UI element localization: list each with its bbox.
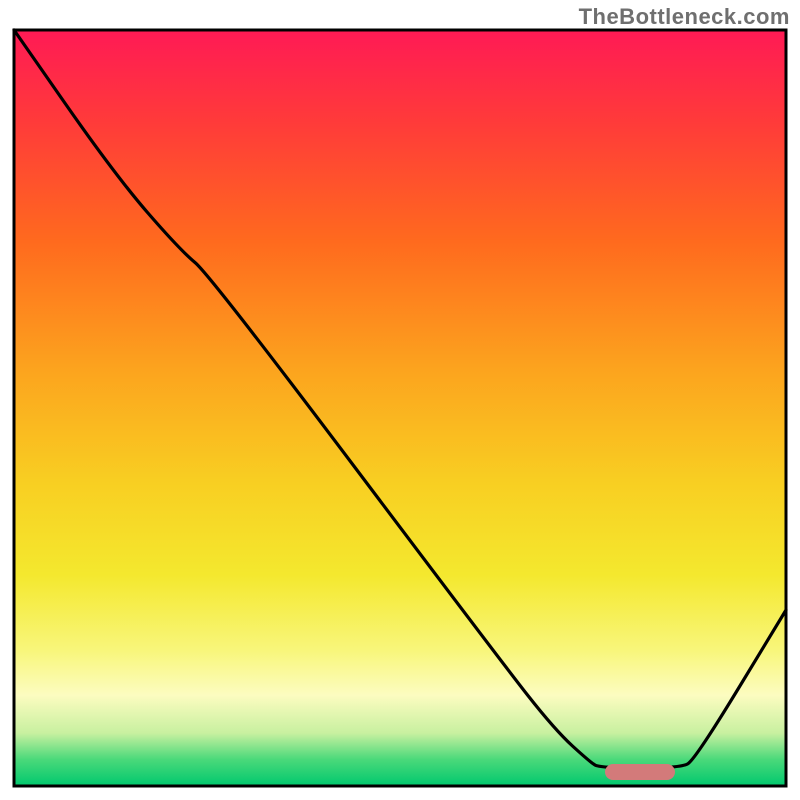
gradient-background xyxy=(14,30,786,786)
bottleneck-chart xyxy=(0,0,800,800)
optimum-marker xyxy=(605,764,675,780)
watermark-label: TheBottleneck.com xyxy=(579,4,790,30)
chart-container: { "watermark": "TheBottleneck.com", "col… xyxy=(0,0,800,800)
